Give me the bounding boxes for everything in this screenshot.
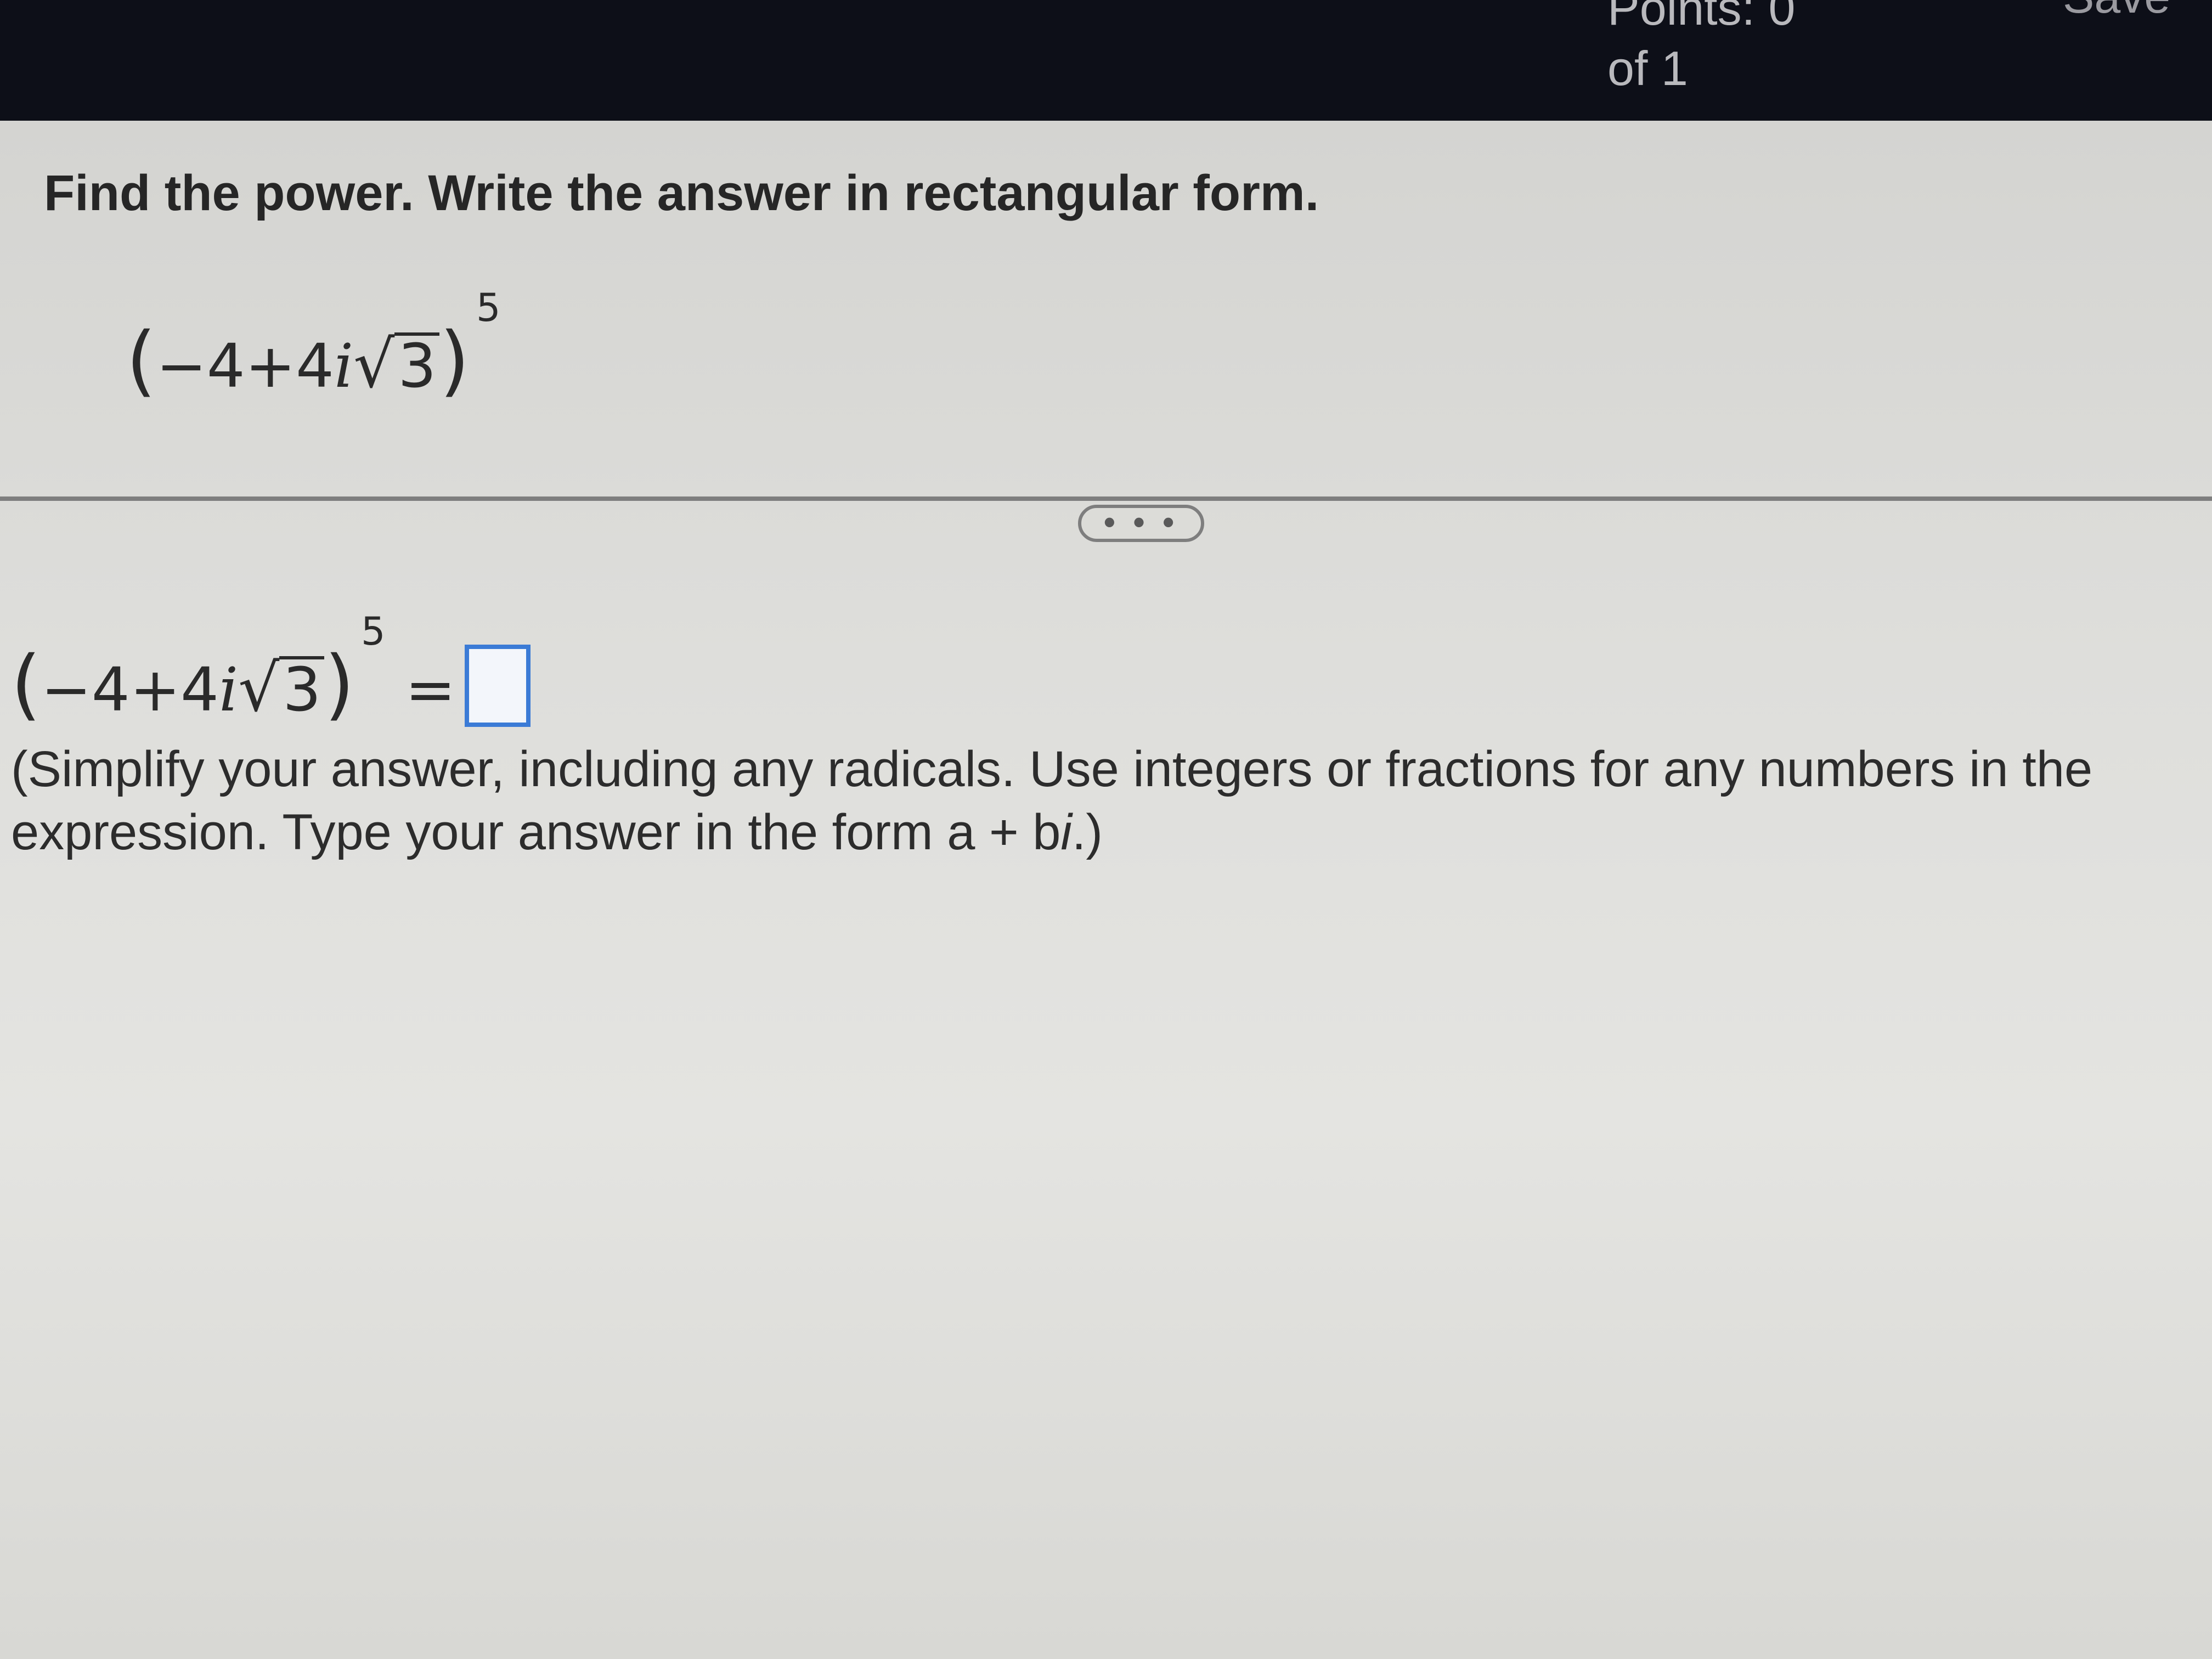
hint-end: .): [1071, 804, 1103, 860]
answer-imaginary-unit: i: [218, 654, 239, 725]
answer-real-part: −4+4: [41, 654, 219, 725]
answer-expression: (−4+4i√3)5 =: [11, 609, 531, 729]
answer-open-paren: (: [11, 640, 41, 729]
answer-input[interactable]: [464, 645, 531, 727]
radical-sign: √: [353, 326, 395, 402]
points-of-label: of 1: [1607, 41, 1688, 95]
answer-exponent: 5: [360, 609, 386, 654]
section-divider: [0, 496, 2212, 501]
expression-real-part: −4+4: [156, 331, 334, 401]
imaginary-unit: i: [334, 331, 354, 401]
open-paren: (: [126, 316, 156, 405]
problem-expression: (−4+4i√3)5: [126, 285, 501, 405]
radicand: 3: [394, 332, 440, 396]
save-button[interactable]: Save: [2063, 0, 2170, 24]
hint-variable: i: [1060, 804, 1072, 860]
points-label: Points: 0: [1607, 0, 1796, 35]
question-instruction: Find the power. Write the answer in rect…: [44, 165, 1319, 221]
close-paren: ): [439, 316, 470, 405]
answer-hint: (Simplify your answer, including any rad…: [11, 738, 2194, 864]
hint-text: (Simplify your answer, including any rad…: [11, 741, 2093, 860]
answer-close-paren: ): [324, 640, 354, 729]
more-options-button[interactable]: • • •: [1078, 505, 1204, 542]
equals-sign: =: [405, 654, 456, 725]
exponent: 5: [476, 285, 501, 330]
points-indicator: Points: 0 of 1: [1607, 0, 1795, 99]
answer-radical-sign: √: [238, 650, 280, 726]
answer-radicand: 3: [279, 656, 325, 720]
